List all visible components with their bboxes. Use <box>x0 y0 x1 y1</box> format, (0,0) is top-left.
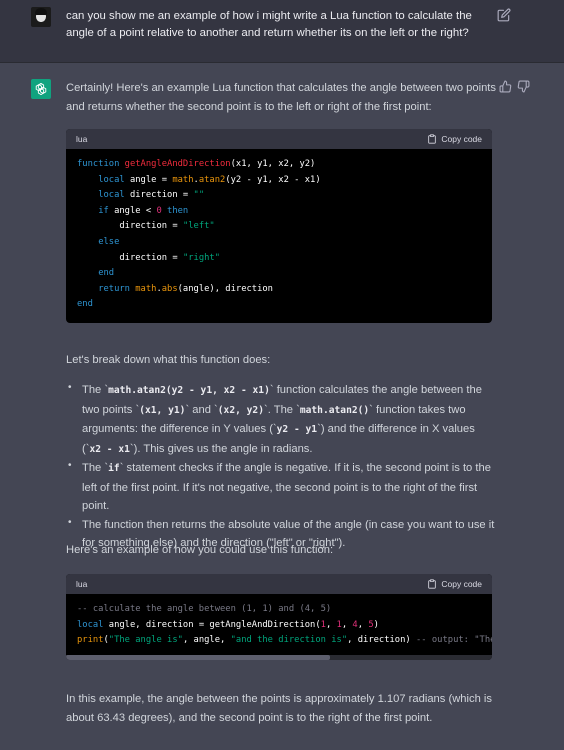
breakdown-intro: Let's break down what this function does… <box>66 354 271 366</box>
code-block-1: lua Copy code function getAngleAndDirect… <box>66 129 492 323</box>
code-line: end <box>77 299 93 310</box>
assistant-intro: Certainly! Here's an example Lua functio… <box>66 82 497 113</box>
horizontal-scrollbar[interactable] <box>66 654 492 660</box>
explanation-list: The `math.atan2(y2 - y1, x2 - x1)` funct… <box>66 379 496 553</box>
code-block-header: lua Copy code <box>66 129 492 149</box>
assistant-conclusion: In this example, the angle between the p… <box>66 693 492 724</box>
list-item: The `math.atan2(y2 - y1, x2 - x1)` funct… <box>66 379 496 459</box>
code-line: direction = "left" <box>77 221 215 232</box>
code-block-header: lua Copy code <box>66 574 492 594</box>
scrollbar-thumb[interactable] <box>66 654 330 660</box>
code-line: local angle, direction = getAngleAndDire… <box>77 619 379 630</box>
code-line: else <box>98 236 120 247</box>
user-avatar <box>31 7 51 27</box>
edit-icon[interactable] <box>497 8 511 22</box>
user-message-text: can you show me an example of how i migh… <box>66 10 472 39</box>
code-language-label: lua <box>76 579 88 589</box>
code-line: return math.abs(angle), direction <box>98 283 273 294</box>
thumbs-down-icon[interactable] <box>517 80 530 93</box>
copy-code-label: Copy code <box>441 134 482 144</box>
copy-code-label: Copy code <box>441 579 482 589</box>
code-content: -- calculate the angle between (1, 1) an… <box>66 594 492 655</box>
user-message-row: can you show me an example of how i migh… <box>0 0 564 63</box>
copy-code-button[interactable]: Copy code <box>427 579 482 589</box>
code-line: function getAngleAndDirection(x1, y1, x2… <box>77 159 316 169</box>
code-line: direction = "right" <box>77 252 221 263</box>
copy-code-button[interactable]: Copy code <box>427 134 482 144</box>
list-item: The `if` statement checks if the angle i… <box>66 457 496 516</box>
clipboard-icon <box>428 579 437 589</box>
code-content: function getAngleAndDirection(x1, y1, x2… <box>66 149 492 323</box>
code-block-2: lua Copy code -- calculate the angle bet… <box>66 574 492 660</box>
code-language-label: lua <box>76 134 88 144</box>
code-line: print("The angle is", angle, "and the di… <box>77 635 492 646</box>
code-line: local angle = math.atan2(y2 - y1, x2 - x… <box>98 174 321 185</box>
code-line: -- calculate the angle between (1, 1) an… <box>77 604 332 614</box>
thumbs-up-icon[interactable] <box>499 80 512 93</box>
chatgpt-logo-icon <box>31 79 51 99</box>
code-line: local direction = "" <box>98 190 205 201</box>
usage-intro: Here's an example of how you could use t… <box>66 544 334 556</box>
code-line: if angle < 0 then <box>98 205 189 216</box>
code-line: end <box>98 268 115 279</box>
clipboard-icon <box>428 134 437 144</box>
